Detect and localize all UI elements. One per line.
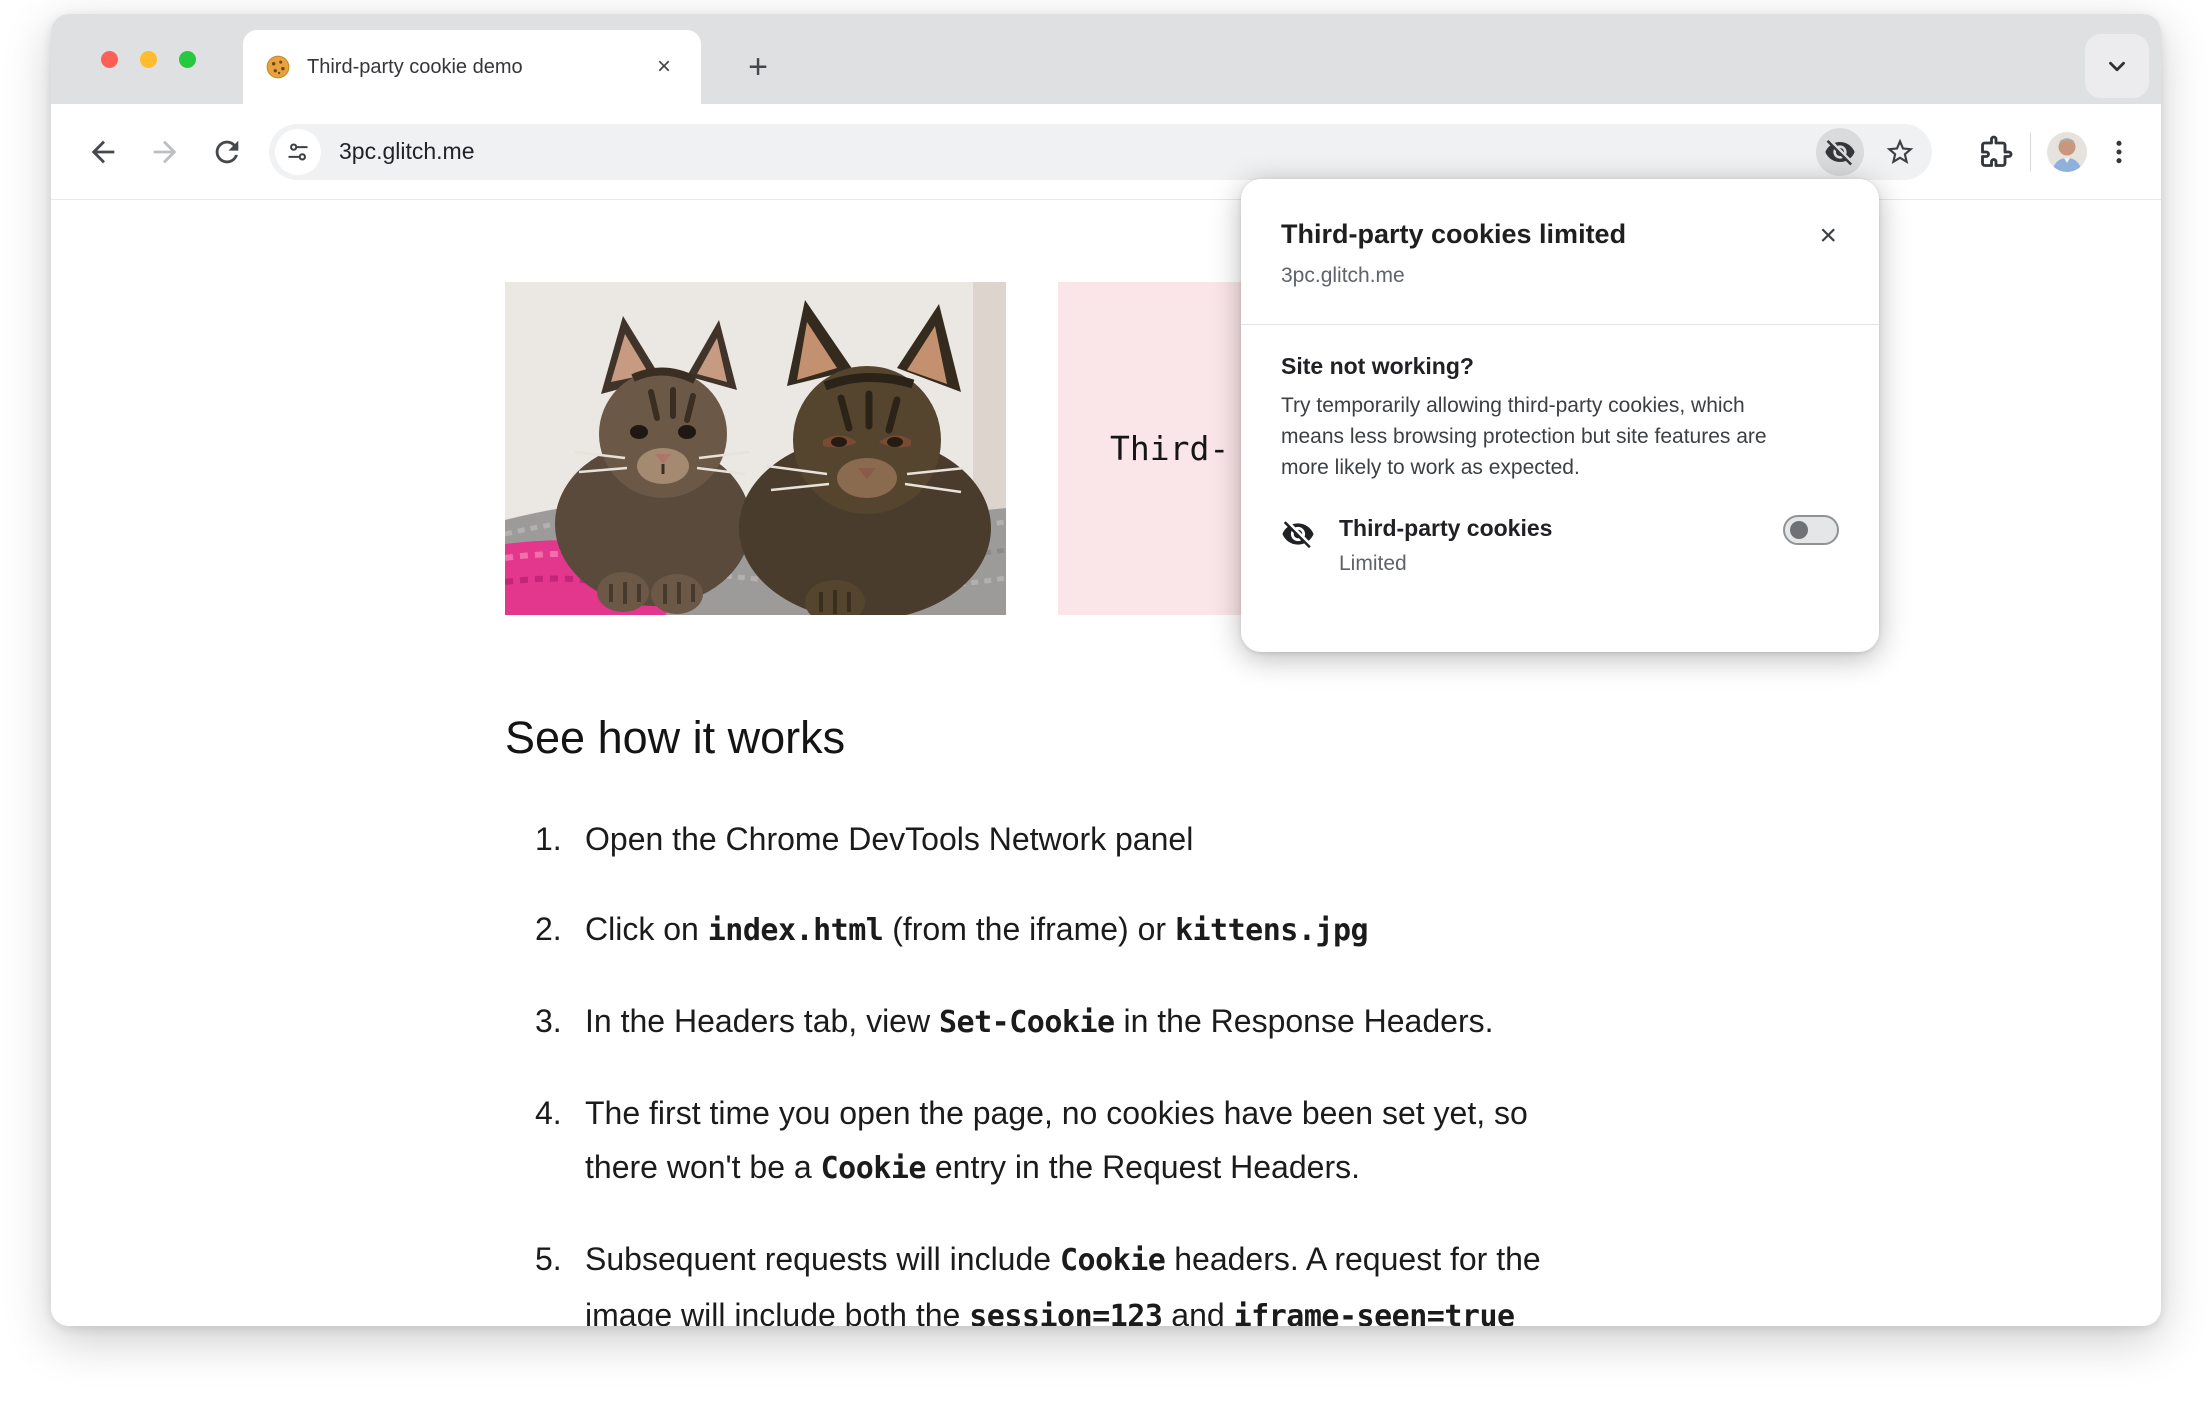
extensions-button[interactable] bbox=[1978, 134, 2014, 170]
avatar-photo bbox=[2047, 131, 2087, 172]
third-party-cookies-toggle[interactable] bbox=[1783, 515, 1839, 545]
toolbar-right-actions bbox=[1978, 131, 2135, 172]
popup-close-icon[interactable]: × bbox=[1811, 219, 1845, 253]
address-bar[interactable]: 3pc.glitch.me bbox=[269, 123, 1932, 180]
url-text[interactable]: 3pc.glitch.me bbox=[339, 138, 1816, 165]
page-title: See how it works bbox=[505, 712, 846, 763]
list-item: 5. Subsequent requests will include Cooki… bbox=[535, 1241, 1541, 1326]
extensions-puzzle-icon bbox=[1981, 135, 2013, 167]
popup-body: Site not working? Try temporarily allowi… bbox=[1241, 325, 1879, 576]
list-item: 3. In the Headers tab, view Set-Cookie in… bbox=[535, 1003, 1494, 1040]
steps-list: 1. Open the Chrome DevTools Network panel… bbox=[505, 812, 1765, 1326]
list-item: 1. Open the Chrome DevTools Network panel bbox=[535, 821, 1194, 857]
popup-origin: 3pc.glitch.me bbox=[1281, 264, 1405, 287]
document-body: See how it works 1. Open the Chrome DevTo… bbox=[505, 712, 1765, 1326]
toggle-knob bbox=[1790, 521, 1808, 539]
row-text: Third-party cookies Limited bbox=[1339, 515, 1552, 576]
close-window-button[interactable] bbox=[101, 51, 118, 68]
browser-menu-button[interactable] bbox=[2103, 136, 2135, 168]
window-controls bbox=[101, 51, 196, 68]
profile-avatar[interactable] bbox=[2047, 131, 2087, 172]
toolbar-divider bbox=[2030, 132, 2031, 171]
omnibox-actions bbox=[1816, 127, 1922, 176]
tab-third-party-cookie-demo[interactable]: Third-party cookie demo × bbox=[243, 30, 701, 104]
eye-off-icon bbox=[1282, 521, 1314, 549]
cookie-favicon-icon bbox=[266, 55, 290, 79]
chevron-down-icon bbox=[2109, 61, 2125, 72]
tab-title: Third-party cookie demo bbox=[307, 55, 523, 78]
kittens-photo bbox=[505, 282, 1006, 615]
tab-search-button[interactable] bbox=[2085, 34, 2149, 98]
list-item: 4. The first time you open the page, no c… bbox=[535, 1095, 1528, 1186]
more-vert-icon bbox=[2116, 140, 2122, 163]
popup-header: Third-party cookies limited 3pc.glitch.m… bbox=[1241, 179, 1879, 288]
cookies-status-badge: Limited bbox=[1339, 552, 1407, 575]
iframe-label: Third- bbox=[1110, 429, 1230, 468]
popup-title: Third-party cookies limited bbox=[1281, 219, 1627, 249]
tab-close-icon[interactable]: × bbox=[649, 51, 679, 83]
forward-arrow-icon bbox=[153, 140, 177, 163]
forward-button[interactable] bbox=[139, 126, 191, 178]
back-arrow-icon bbox=[91, 140, 115, 163]
popup-section-title: Site not working? bbox=[1281, 353, 1474, 379]
desktop: Third-party cookie demo × + 3pc.glitch.m… bbox=[0, 0, 2212, 1418]
third-party-cookies-blocked-button[interactable] bbox=[1816, 127, 1864, 176]
reload-icon bbox=[215, 140, 239, 163]
third-party-cookies-label: Third-party cookies bbox=[1339, 515, 1553, 541]
bookmark-button[interactable] bbox=[1878, 130, 1922, 174]
third-party-cookies-popup: Third-party cookies limited 3pc.glitch.m… bbox=[1241, 179, 1879, 652]
third-party-cookies-row: Third-party cookies Limited bbox=[1281, 515, 1839, 576]
tune-icon bbox=[288, 142, 308, 161]
popup-description: Try temporarily allowing third-party coo… bbox=[1281, 394, 1767, 479]
list-item: 2. Click on index.html (from the iframe) … bbox=[535, 911, 1369, 948]
star-icon bbox=[1886, 138, 1914, 164]
eye-off-icon bbox=[1825, 139, 1855, 165]
reload-button[interactable] bbox=[201, 126, 253, 178]
site-settings-button[interactable] bbox=[275, 128, 321, 175]
tab-strip: Third-party cookie demo × + bbox=[51, 14, 2161, 104]
minimize-window-button[interactable] bbox=[140, 51, 157, 68]
back-button[interactable] bbox=[77, 126, 129, 178]
new-tab-button[interactable]: + bbox=[727, 36, 789, 98]
zoom-window-button[interactable] bbox=[179, 51, 196, 68]
